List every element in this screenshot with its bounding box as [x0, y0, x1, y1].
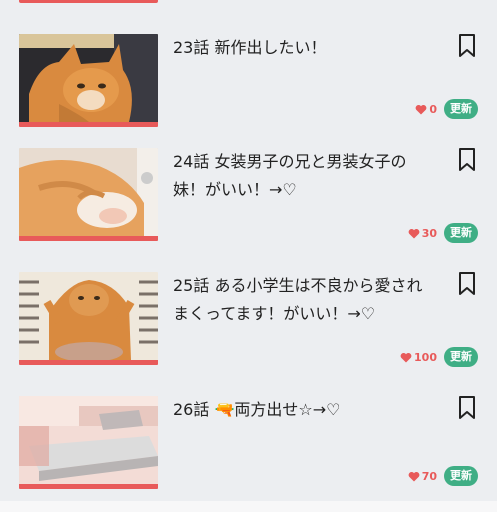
bookmark-icon[interactable]	[456, 395, 478, 421]
classroom-photo	[19, 396, 158, 484]
episode-thumbnail[interactable]	[19, 148, 158, 241]
like-count-value: 30	[421, 226, 437, 240]
episode-thumbnail[interactable]	[19, 396, 158, 489]
heart-icon	[408, 228, 420, 238]
episode-meta: 0 更新	[415, 99, 478, 119]
thumbnail-accent-bar	[19, 236, 158, 241]
episode-title[interactable]: 26話 🔫両方出せ☆→♡	[173, 396, 431, 424]
thumbnail-accent-bar	[19, 484, 158, 489]
like-count: 0	[415, 103, 437, 116]
updated-badge: 更新	[444, 466, 478, 486]
previous-thumbnail-bar	[19, 0, 158, 3]
bottom-edge	[0, 501, 497, 512]
thumbnail-accent-bar	[19, 122, 158, 127]
episode-title[interactable]: 23話 新作出したい！	[173, 34, 431, 62]
cat-photo	[19, 34, 158, 122]
episode-meta: 100 更新	[400, 347, 478, 367]
updated-badge: 更新	[444, 223, 478, 243]
episode-title[interactable]: 25話 ある小学生は不良から愛されまくってます！がいい！→♡	[173, 272, 431, 328]
episode-meta: 70 更新	[408, 466, 478, 486]
like-count: 100	[400, 351, 437, 364]
like-count: 30	[408, 227, 437, 240]
episode-thumbnail[interactable]	[19, 34, 158, 127]
episode-title[interactable]: 24話 女装男子の兄と男装女子の妹！がいい！→♡	[173, 148, 431, 204]
episode-thumbnail[interactable]	[19, 272, 158, 365]
cat-photo	[19, 272, 158, 360]
heart-icon	[400, 352, 412, 362]
bookmark-icon[interactable]	[456, 271, 478, 297]
like-count-value: 100	[414, 350, 437, 364]
updated-badge: 更新	[444, 347, 478, 367]
bookmark-icon[interactable]	[456, 147, 478, 173]
episode-meta: 30 更新	[408, 223, 478, 243]
like-count: 70	[408, 470, 437, 483]
heart-icon	[408, 471, 420, 481]
bookmark-icon[interactable]	[456, 33, 478, 59]
thumbnail-accent-bar	[19, 360, 158, 365]
like-count-value: 0	[429, 102, 437, 116]
like-count-value: 70	[421, 469, 437, 483]
cat-photo	[19, 148, 158, 236]
updated-badge: 更新	[444, 99, 478, 119]
heart-icon	[415, 104, 427, 114]
